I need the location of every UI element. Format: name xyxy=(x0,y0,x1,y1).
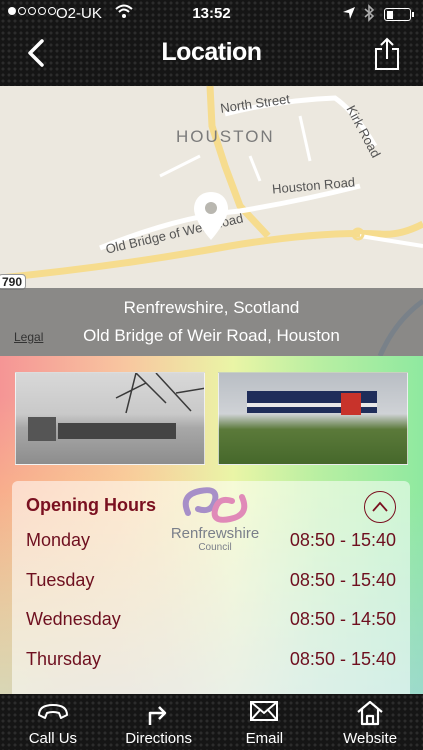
tab-label: Call Us xyxy=(28,730,78,747)
envelope-icon xyxy=(250,701,279,721)
town-label: HOUSTON xyxy=(176,127,275,146)
page-title: Location xyxy=(161,38,262,66)
share-button[interactable] xyxy=(373,37,401,71)
address-street: Old Bridge of Weir Road, Houston xyxy=(83,326,340,345)
address-overlay: Renfrewshire, Scotland Old Bridge of Wei… xyxy=(0,288,423,356)
hours-value: 08:50 - 15:40 xyxy=(289,530,396,550)
share-icon xyxy=(375,37,399,70)
opening-hours-card: Opening Hours Renfrewshire Council Monda… xyxy=(12,481,410,694)
opening-hours-title: Opening Hours xyxy=(26,495,156,515)
details-panel: Opening Hours Renfrewshire Council Monda… xyxy=(0,356,423,694)
collapse-button[interactable] xyxy=(364,491,396,523)
map-pin-icon[interactable] xyxy=(192,190,230,242)
bluetooth-icon xyxy=(363,4,375,26)
location-services-icon xyxy=(342,6,356,24)
map-view[interactable]: North Street Kirk Road HOUSTON Houston R… xyxy=(0,86,423,356)
directions-arrow-icon xyxy=(148,706,166,725)
status-bar: O2-UK 13:52 xyxy=(0,0,423,28)
battery-icon xyxy=(384,8,414,21)
home-icon xyxy=(357,700,383,726)
tab-label: Website xyxy=(343,730,398,747)
tab-directions[interactable]: Directions xyxy=(106,694,212,750)
nav-header: O2-UK 13:52 Location xyxy=(0,0,423,86)
tab-website[interactable]: Website xyxy=(317,694,423,750)
hours-value: 08:50 - 15:40 xyxy=(289,649,396,669)
tab-email[interactable]: Email xyxy=(212,694,318,750)
hours-row: Thursday 08:50 - 15:40 xyxy=(26,649,396,670)
hours-row: Monday 08:50 - 15:40 xyxy=(26,530,396,551)
chevron-up-icon xyxy=(372,501,388,512)
council-logo-icon xyxy=(182,487,248,523)
clock: 13:52 xyxy=(192,5,231,22)
hours-value: 08:50 - 14:50 xyxy=(289,609,396,629)
current-building-photo[interactable] xyxy=(218,372,408,465)
tab-label: Directions xyxy=(125,730,192,747)
day-label: Tuesday xyxy=(26,570,95,590)
legal-link[interactable]: Legal xyxy=(14,330,43,344)
day-label: Thursday xyxy=(26,649,102,669)
tab-label: Email xyxy=(245,730,284,747)
tab-call-us[interactable]: Call Us xyxy=(0,694,106,750)
day-label: Wednesday xyxy=(26,609,121,629)
day-label: Monday xyxy=(26,530,91,550)
address-region: Renfrewshire, Scotland xyxy=(123,298,300,317)
historic-building-photo[interactable] xyxy=(15,372,205,465)
hours-row: Wednesday 08:50 - 14:50 xyxy=(26,609,396,630)
hours-value: 08:50 - 15:40 xyxy=(289,570,396,590)
phone-icon xyxy=(37,704,68,719)
hours-row: Tuesday 08:50 - 15:40 xyxy=(26,570,396,591)
bottom-tab-bar: Call Us Directions Email Website xyxy=(0,694,423,750)
